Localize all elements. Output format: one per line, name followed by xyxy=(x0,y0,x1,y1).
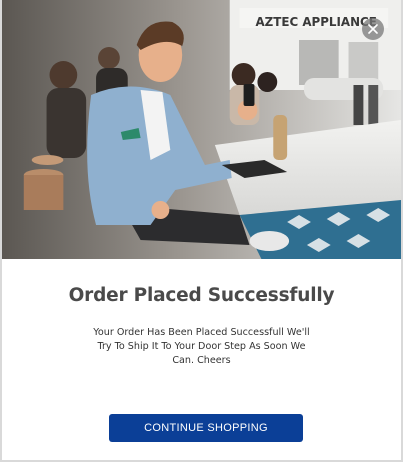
cafe-photo: AZTEC APPLIANCE xyxy=(2,0,401,259)
close-button[interactable] xyxy=(362,18,384,40)
close-icon xyxy=(368,24,378,34)
order-success-modal: AZTEC APPLIANCE Order Placed Successfull… xyxy=(0,0,403,462)
success-title: Order Placed Successfully xyxy=(68,285,335,306)
success-message: Your Order Has Been Placed Successfull W… xyxy=(93,327,310,366)
hero-image: AZTEC APPLIANCE xyxy=(2,0,401,259)
modal-content: Order Placed Successfully Your Order Has… xyxy=(2,285,401,368)
store-sign-text: AZTEC APPLIANCE xyxy=(255,15,376,29)
continue-shopping-button[interactable]: CONTINUE SHOPPING xyxy=(109,414,303,442)
